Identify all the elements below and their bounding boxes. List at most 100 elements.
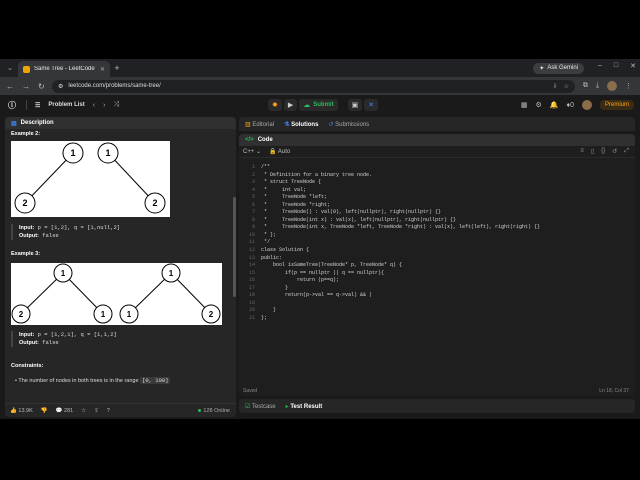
braces-icon[interactable]: {} <box>601 148 605 155</box>
terminal-icon: ▸ <box>285 403 289 410</box>
code-tab[interactable]: </> Code <box>239 134 635 146</box>
code-line[interactable]: 3 * struct TreeNode { <box>239 179 635 187</box>
expand-icon[interactable]: ⤢ <box>624 148 629 155</box>
constraint-text: The number of nodes in both trees is in … <box>18 378 139 384</box>
minimize-icon[interactable]: – <box>598 62 602 70</box>
help-icon[interactable]: ? <box>107 408 110 414</box>
code-line[interactable]: 15 if(p == nullptr || q == nullptr){ <box>239 270 635 278</box>
test-panel-tabs: ☑ Testcase ▸ Test Result <box>239 399 635 413</box>
submit-button[interactable]: ☁ Submit <box>299 99 338 111</box>
favorite-star-icon[interactable]: ☆ <box>81 408 86 414</box>
tab-testcase[interactable]: ☑ Testcase <box>245 403 276 410</box>
code-line[interactable]: 13 public: <box>239 255 635 263</box>
collaborate-icon[interactable]: ✕ <box>364 99 379 111</box>
premium-button[interactable]: Premium <box>599 100 634 110</box>
back-icon[interactable]: ← <box>6 82 14 91</box>
browser-tab[interactable]: Same Tree - LeetCode ✕ <box>18 61 110 77</box>
code-line[interactable]: 1 /** <box>239 164 635 172</box>
run-button[interactable]: ▶ <box>283 99 298 111</box>
shuffle-icon[interactable]: ⤨ <box>113 101 119 109</box>
submit-label: Submit <box>313 102 334 108</box>
divider <box>26 100 27 110</box>
new-tab-button[interactable]: + <box>110 63 124 73</box>
code-text: * TreeNode(int x, TreeNode *left, TreeNo… <box>261 224 541 231</box>
bookmark-icon[interactable]: ▯ <box>591 148 594 155</box>
code-line[interactable]: 12 class Solution { <box>239 247 635 255</box>
streak-count[interactable]: ♦0 <box>567 102 574 109</box>
code-line[interactable]: 2 * Definition for a binary tree node. <box>239 172 635 180</box>
url-field[interactable]: ⚙ leetcode.com/problems/same-tree/ ⇩ ☆ <box>52 79 575 93</box>
prev-problem-icon[interactable]: ‹ <box>93 102 95 109</box>
autocomplete-toggle[interactable]: 🔒 Auto <box>269 148 290 155</box>
problem-list-nav: ☰ Problem List ‹ › ⤨ <box>35 101 119 109</box>
example-2-heading: Example 2: <box>11 131 41 137</box>
code-text: * TreeNode *right; <box>261 201 331 208</box>
extensions-icon[interactable]: ⧉ <box>583 82 588 90</box>
next-problem-icon[interactable]: › <box>103 102 105 109</box>
code-line[interactable]: 7 * TreeNode() : val(0), left(nullptr), … <box>239 209 635 217</box>
code-line[interactable]: 14 bool isSameTree(TreeNode* p, TreeNode… <box>239 262 635 270</box>
leetcode-logo-icon[interactable]: ⓛ <box>8 100 18 110</box>
problem-list-link[interactable]: Problem List <box>48 102 84 108</box>
dislike-icon[interactable]: 👎 <box>41 408 48 414</box>
constraint-code: [0, 100] <box>140 377 171 384</box>
install-icon[interactable]: ⇩ <box>552 83 557 90</box>
code-line[interactable]: 21}; <box>239 315 635 323</box>
code-line[interactable]: 17 } <box>239 285 635 293</box>
maximize-icon[interactable]: □ <box>614 62 618 70</box>
notifications-icon[interactable]: 🔔 <box>550 101 559 109</box>
forward-icon[interactable]: → <box>22 82 30 91</box>
bookmark-star-icon[interactable]: ☆ <box>564 83 569 90</box>
code-line[interactable]: 16 return (p==q); <box>239 277 635 285</box>
like-button[interactable]: 👍 13.9K <box>10 408 33 414</box>
downloads-icon[interactable]: ⤓ <box>596 82 599 90</box>
code-line[interactable]: 8 * TreeNode(int x) : val(x), left(nullp… <box>239 217 635 225</box>
description-scrollbar[interactable] <box>233 197 236 297</box>
code-line[interactable]: 5 * TreeNode *left; <box>239 194 635 202</box>
share-icon[interactable]: ⇪ <box>94 408 99 414</box>
example-3-heading: Example 3: <box>11 251 41 257</box>
reset-icon[interactable]: ↺ <box>612 148 617 155</box>
leetcode-navbar: ⓛ ☰ Problem List ‹ › ⤨ ✹ ▶ ☁ Submit ▣ ✕ … <box>0 95 640 115</box>
tab-search-icon[interactable]: ⌄ <box>2 61 18 75</box>
description-tab[interactable]: ▤ Description <box>5 117 236 129</box>
line-number: 16 <box>248 277 255 284</box>
code-line[interactable]: 11 */ <box>239 239 635 247</box>
language-select[interactable]: C++ ⌄ <box>243 148 261 155</box>
site-info-icon[interactable]: ⚙ <box>58 83 63 90</box>
code-line[interactable]: 4 * int val; <box>239 187 635 195</box>
line-number: 3 <box>251 179 255 186</box>
line-number: 7 <box>251 209 255 216</box>
notes-icon[interactable]: ▣ <box>347 99 363 111</box>
code-line[interactable]: 6 * TreeNode *right; <box>239 202 635 210</box>
code-area[interactable]: 1 /** 2 * Definition for a binary tree nod… <box>239 164 635 322</box>
line-number: 20 <box>248 307 255 314</box>
code-line[interactable]: 18 return(p->val == q->val) && | <box>239 292 635 300</box>
code-line[interactable]: 19 <box>239 300 635 308</box>
settings-icon[interactable]: ⚙ <box>536 101 542 109</box>
code-text: class Solution { <box>261 247 310 254</box>
tab-solutions[interactable]: ⚗ Solutions <box>284 121 318 128</box>
tab-test-result[interactable]: ▸ Test Result <box>286 403 323 410</box>
comments-button[interactable]: 💬 281 <box>56 408 74 414</box>
browser-menu-icon[interactable]: ⋮ <box>625 82 632 90</box>
output-label: Output: <box>19 233 39 239</box>
debug-icon[interactable]: ✹ <box>268 99 282 111</box>
close-tab-icon[interactable]: ✕ <box>100 66 105 73</box>
ask-gemini-button[interactable]: ✦ Ask Gemini <box>533 62 584 74</box>
user-avatar[interactable] <box>581 100 592 110</box>
tab-editorial[interactable]: ▥ Editorial <box>245 121 274 128</box>
layout-icon[interactable]: ▦ <box>521 101 528 109</box>
reload-icon[interactable]: ↻ <box>38 82 45 91</box>
code-line[interactable]: 10 * }; <box>239 232 635 240</box>
tree-node-label: 1 <box>61 269 66 278</box>
code-line[interactable]: 20 } <box>239 307 635 315</box>
tree-node-label: 1 <box>169 269 174 278</box>
tab-submissions[interactable]: ↺ Submissions <box>328 121 369 128</box>
format-icon[interactable]: ≡ <box>580 148 584 155</box>
profile-avatar[interactable] <box>607 81 617 91</box>
code-line[interactable]: 9 * TreeNode(int x, TreeNode *left, Tree… <box>239 224 635 232</box>
leetcode-favicon-icon <box>23 65 30 73</box>
ask-gemini-label: Ask Gemini <box>547 65 578 71</box>
close-window-icon[interactable]: ✕ <box>630 62 636 70</box>
